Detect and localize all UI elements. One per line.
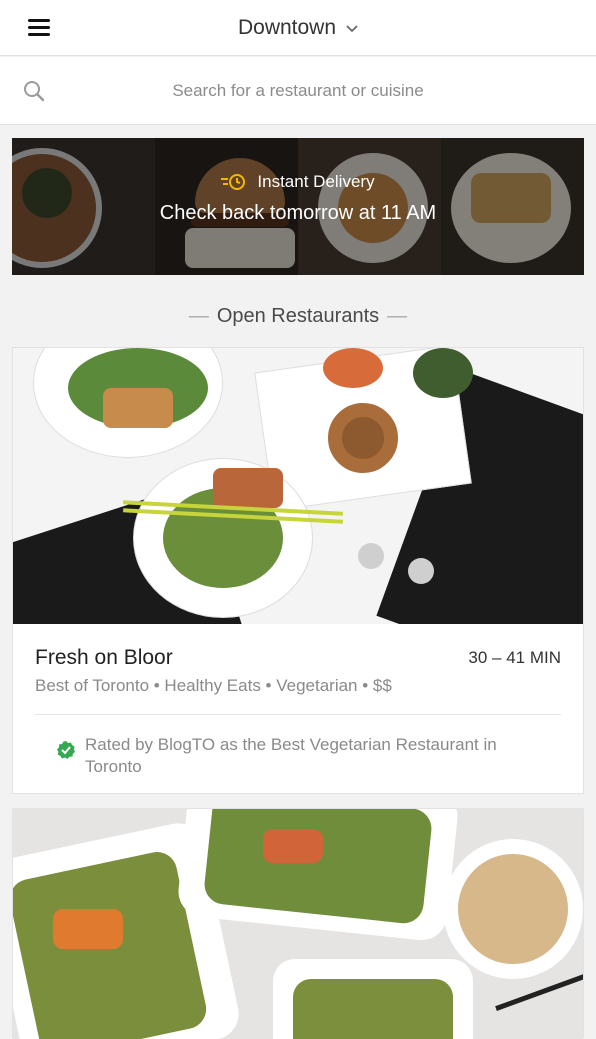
restaurant-photo — [13, 809, 583, 1039]
verified-check-icon — [57, 741, 75, 759]
rating-note: Rated by BlogTO as the Best Vegetarian R… — [57, 734, 543, 778]
search-icon — [24, 81, 45, 102]
restaurant-card[interactable] — [12, 808, 584, 1039]
restaurant-tags: Best of Toronto • Healthy Eats • Vegetar… — [35, 676, 392, 695]
chevron-down-icon — [346, 24, 358, 32]
search-bar — [0, 57, 596, 125]
hamburger-menu-icon[interactable] — [28, 16, 50, 38]
location-label: Downtown — [237, 15, 337, 39]
location-selector[interactable]: Downtown — [238, 16, 358, 40]
restaurant-name: Fresh on Bloor — [35, 646, 173, 669]
banner-text: Instant Delivery Check back tomorrow at … — [12, 172, 584, 225]
fast-clock-icon — [221, 174, 246, 190]
top-bar: Downtown — [0, 0, 596, 56]
banner-subtitle: Check back tomorrow at 11 AM — [159, 202, 437, 224]
banner-title: Instant Delivery — [257, 172, 375, 191]
rating-text: Rated by BlogTO as the Best Vegetarian R… — [85, 735, 497, 776]
section-title: Open Restaurants — [216, 305, 380, 327]
section-heading: — Open Restaurants — — [188, 305, 408, 327]
restaurant-card[interactable]: Fresh on Bloor 30 – 41 MIN Best of Toron… — [12, 347, 584, 794]
delivery-time: 30 – 41 MIN — [468, 648, 561, 667]
search-input[interactable] — [0, 80, 596, 101]
instant-delivery-banner[interactable]: Instant Delivery Check back tomorrow at … — [12, 138, 584, 275]
restaurant-photo — [13, 348, 583, 624]
divider — [35, 714, 561, 715]
